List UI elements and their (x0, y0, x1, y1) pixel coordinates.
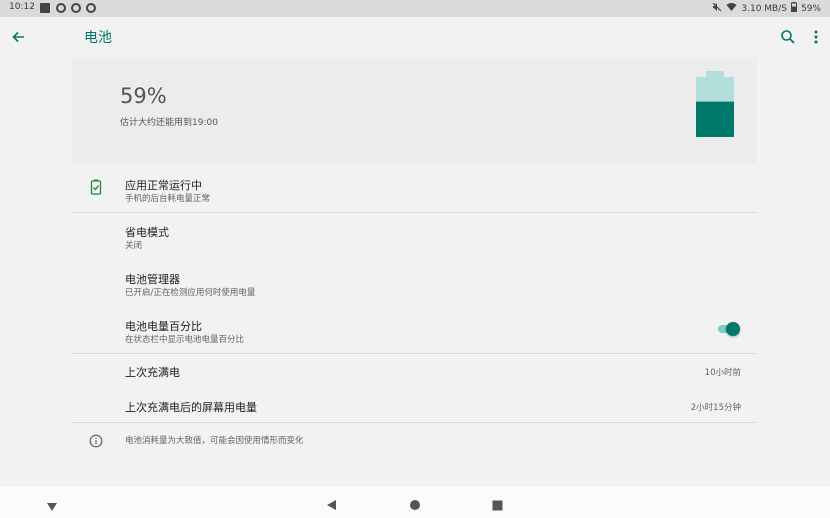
notification-app-icon (40, 3, 50, 13)
more-options-icon[interactable] (809, 28, 823, 46)
status-time: 10:12 (9, 2, 35, 12)
battery-saver-item[interactable]: 省电模式 关闭 (72, 214, 757, 260)
status-bar: 10:12 3.10 MB/S 59% (0, 0, 830, 17)
divider (72, 422, 757, 423)
last-full-charge-title: 上次充满电 (125, 366, 180, 379)
info-icon (89, 433, 103, 452)
status-battery-percent: 59% (800, 3, 821, 14)
app-status-title: 应用正常运行中 (125, 179, 202, 192)
notification-message-icon (71, 3, 81, 13)
screen-usage-value: 2小时15分钟 (690, 403, 741, 413)
app-status-subtitle: 手机的后台耗电量正常 (125, 194, 211, 204)
screen-usage-title: 上次充满电后的屏幕用电量 (125, 401, 257, 414)
hide-keyboard-icon[interactable] (46, 497, 58, 516)
status-right-group: 3.10 MB/S 59% (712, 2, 821, 15)
battery-percentage-title: 电池电量百分比 (125, 320, 202, 333)
screen-usage-item: 上次充满电后的屏幕用电量 2小时15分钟 (72, 389, 757, 422)
wifi-icon (726, 2, 737, 15)
toggle-thumb (726, 322, 740, 336)
battery-percentage-item[interactable]: 电池电量百分比 在状态栏中显示电池电量百分比 (72, 308, 757, 353)
battery-small-icon (790, 2, 797, 15)
battery-header-card: 59% 估计大约还能用到19:00 (72, 57, 757, 165)
battery-estimate: 估计大约还能用到19:00 (120, 118, 218, 128)
battery-percent: 59% (120, 84, 167, 108)
network-speed: 3.10 MB/S (741, 3, 787, 14)
back-arrow-icon[interactable] (10, 28, 28, 46)
battery-check-icon (90, 179, 102, 199)
battery-info-text: 电池消耗量为大致值，可能会因使用情形而变化 (125, 436, 304, 446)
notification-message-icon (86, 3, 96, 13)
navigation-bar (0, 487, 830, 518)
battery-manager-title: 电池管理器 (125, 273, 180, 286)
battery-saver-title: 省电模式 (125, 226, 169, 239)
nav-recents-icon[interactable] (492, 496, 503, 515)
battery-manager-item[interactable]: 电池管理器 已开启/正在检测应用何时使用电量 (72, 261, 757, 307)
nav-home-icon[interactable] (409, 496, 421, 515)
notification-message-icon (56, 3, 66, 13)
search-icon[interactable] (779, 28, 797, 46)
last-full-charge-item: 上次充满电 10小时前 (72, 355, 757, 388)
last-full-charge-value: 10小时前 (704, 368, 741, 378)
battery-manager-subtitle: 已开启/正在检测应用何时使用电量 (125, 288, 256, 298)
page-title: 电池 (84, 30, 112, 46)
app-status-item[interactable]: 应用正常运行中 手机的后台耗电量正常 (72, 167, 757, 212)
battery-percentage-subtitle: 在状态栏中显示电池电量百分比 (125, 335, 245, 345)
nav-back-icon[interactable] (326, 496, 337, 515)
battery-saver-subtitle: 关闭 (125, 241, 143, 251)
battery-percentage-toggle[interactable] (717, 322, 741, 336)
app-bar: 电池 (0, 17, 830, 57)
divider (72, 212, 757, 213)
mute-icon (712, 2, 722, 15)
divider (72, 353, 757, 354)
battery-level-icon (696, 71, 734, 137)
